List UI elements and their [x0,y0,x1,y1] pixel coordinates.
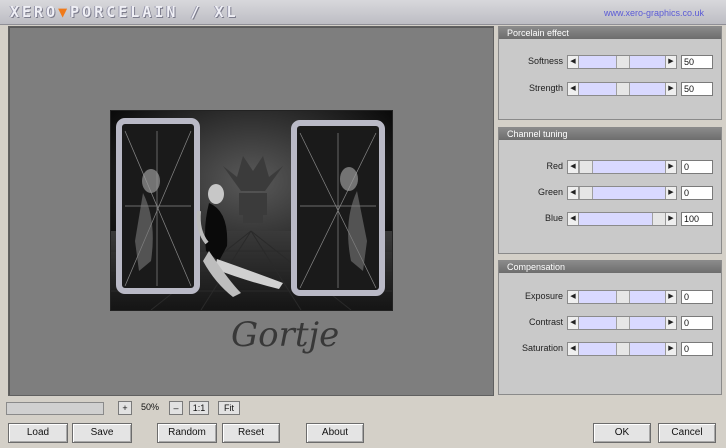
slider-thumb[interactable] [616,83,630,95]
ok-button[interactable]: OK [593,423,651,443]
exposure-control: Exposure ◀ ▶ 0 [499,290,721,304]
contrast-value[interactable]: 0 [681,316,713,330]
strength-value[interactable]: 50 [681,82,713,96]
arrow-left-icon[interactable]: ◀ [568,187,579,199]
saturation-control: Saturation ◀ ▶ 0 [499,342,721,356]
slider-thumb[interactable] [579,161,593,173]
arrow-right-icon[interactable]: ▶ [665,187,676,199]
website-link[interactable]: www.xero-graphics.co.uk [604,8,704,18]
arrow-right-icon[interactable]: ▶ [665,291,676,303]
slider-thumb[interactable] [616,56,630,68]
slider-thumb[interactable] [616,343,630,355]
saturation-value[interactable]: 0 [681,342,713,356]
arrow-right-icon[interactable]: ▶ [665,56,676,68]
panel-porcelain-effect: Porcelain effect Softness ◀ ▶ 50 Strengt… [498,26,722,120]
strength-control: Strength ◀ ▶ 50 [499,82,721,96]
softness-label: Softness [527,56,563,66]
green-value[interactable]: 0 [681,186,713,200]
green-label: Green [537,187,563,197]
arrow-right-icon[interactable]: ▶ [665,317,676,329]
arrow-left-icon[interactable]: ◀ [568,161,579,173]
red-slider[interactable]: ◀ ▶ [567,160,677,174]
arrow-right-icon[interactable]: ▶ [665,83,676,95]
logo-mark: ▼ [58,3,71,21]
contrast-label: Contrast [528,317,563,327]
softness-control: Softness ◀ ▶ 50 [499,55,721,69]
zoom-fit-button[interactable]: Fit [218,401,240,415]
green-control: Green ◀ ▶ 0 [499,186,721,200]
panel-compensation: Compensation Exposure ◀ ▶ 0 Contrast ◀ ▶… [498,260,722,395]
panel-channel-tuning: Channel tuning Red ◀ ▶ 0 Green ◀ ▶ 0 Blu… [498,127,722,254]
panel-title: Channel tuning [499,128,721,140]
slider-thumb[interactable] [652,213,666,225]
about-button[interactable]: About [306,423,364,443]
title-bar: XERO▼PORCELAIN / XL www.xero-graphics.co… [0,0,726,25]
arrow-right-icon[interactable]: ▶ [665,213,676,225]
red-control: Red ◀ ▶ 0 [499,160,721,174]
green-slider[interactable]: ◀ ▶ [567,186,677,200]
strength-slider[interactable]: ◀ ▶ [567,82,677,96]
save-button[interactable]: Save [72,423,132,443]
exposure-value[interactable]: 0 [681,290,713,304]
arrow-left-icon[interactable]: ◀ [568,291,579,303]
reset-button[interactable]: Reset [222,423,280,443]
contrast-slider[interactable]: ◀ ▶ [567,316,677,330]
strength-label: Strength [528,83,563,93]
exposure-slider[interactable]: ◀ ▶ [567,290,677,304]
progress-bar [6,402,104,415]
blue-value[interactable]: 100 [681,212,713,226]
zoom-one-to-one-button[interactable]: 1:1 [189,401,209,415]
random-button[interactable]: Random [157,423,217,443]
contrast-control: Contrast ◀ ▶ 0 [499,316,721,330]
logo-text-right: PORCELAIN / XL [70,3,239,21]
arrow-left-icon[interactable]: ◀ [568,83,579,95]
blue-control: Blue ◀ ▶ 100 [499,212,721,226]
preview-image [110,110,393,311]
arrow-left-icon[interactable]: ◀ [568,213,579,225]
arrow-left-icon[interactable]: ◀ [568,56,579,68]
arrow-right-icon[interactable]: ▶ [665,343,676,355]
saturation-slider[interactable]: ◀ ▶ [567,342,677,356]
preview-area[interactable]: Gortje [8,26,494,396]
signature: Gortje [231,315,340,355]
saturation-label: Saturation [521,343,563,353]
blue-slider[interactable]: ◀ ▶ [567,212,677,226]
load-button[interactable]: Load [8,423,68,443]
softness-value[interactable]: 50 [681,55,713,69]
preview-artwork [111,111,392,310]
red-label: Red [546,161,563,171]
arrow-right-icon[interactable]: ▶ [665,161,676,173]
softness-slider[interactable]: ◀ ▶ [567,55,677,69]
slider-thumb[interactable] [579,187,593,199]
slider-thumb[interactable] [616,291,630,303]
red-value[interactable]: 0 [681,160,713,174]
logo-text-left: XERO [10,3,59,21]
cancel-button[interactable]: Cancel [658,423,716,443]
arrow-left-icon[interactable]: ◀ [568,343,579,355]
slider-thumb[interactable] [616,317,630,329]
app-logo: XERO▼PORCELAIN / XL [10,3,239,21]
zoom-in-button[interactable]: + [118,401,132,415]
panel-title: Porcelain effect [499,27,721,39]
exposure-label: Exposure [524,291,563,301]
arrow-left-icon[interactable]: ◀ [568,317,579,329]
zoom-level: 50% [140,402,159,412]
blue-label: Blue [544,213,563,223]
zoom-out-button[interactable]: – [169,401,183,415]
panel-title: Compensation [499,261,721,273]
